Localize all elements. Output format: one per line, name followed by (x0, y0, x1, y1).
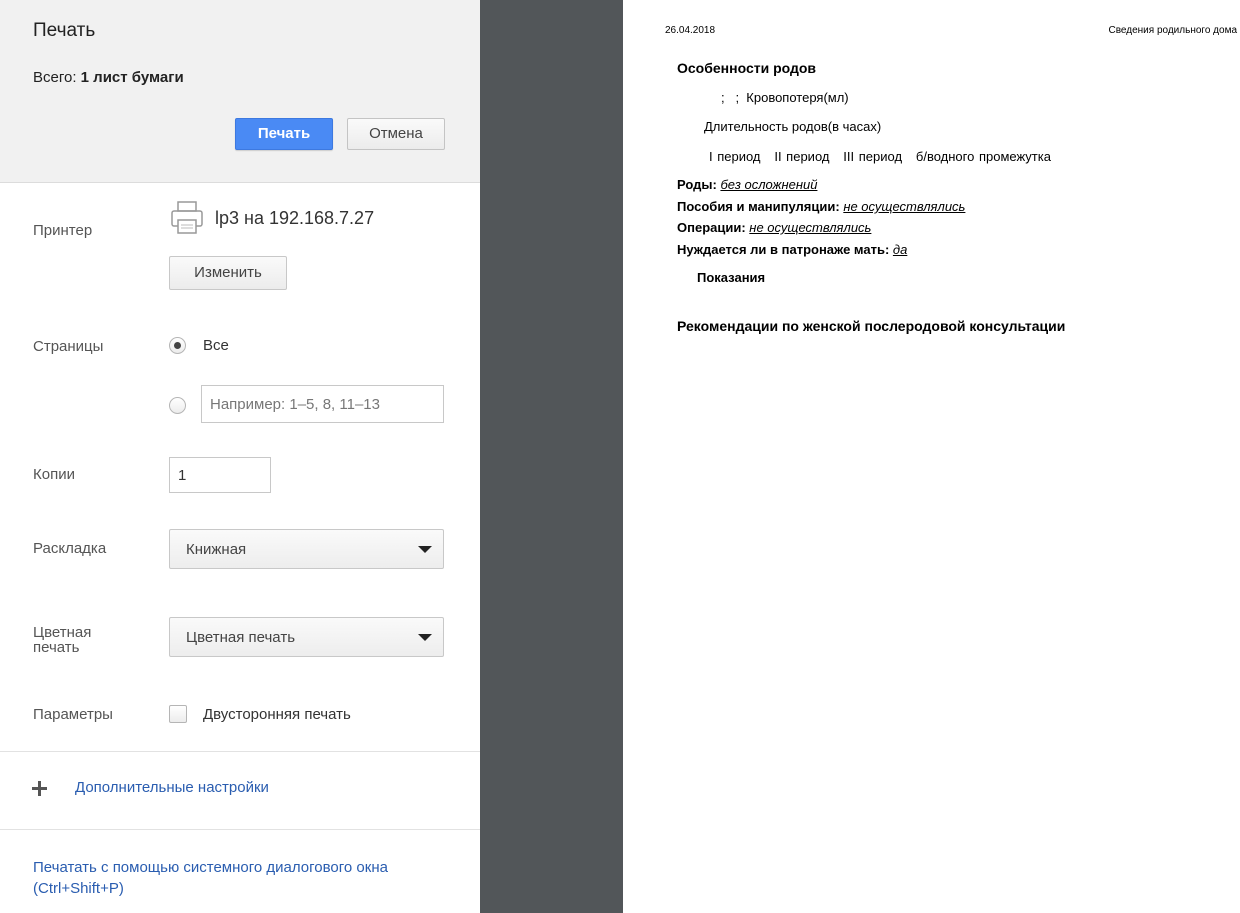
page-header-title: Сведения родильного дома (1108, 25, 1237, 36)
aids-label: Пособия и манипуляции: (677, 199, 840, 214)
layout-select[interactable]: Книжная (169, 529, 444, 569)
births-label: Роды: (677, 177, 717, 192)
chevron-down-icon (418, 546, 432, 553)
periods-text: I период II период III период б/водного … (709, 149, 1051, 164)
preview-page: 26.04.2018 Сведения родильного дома Особ… (623, 0, 1240, 913)
divider (0, 751, 480, 752)
duplex-checkbox[interactable] (169, 705, 187, 723)
pages-label: Страницы (33, 338, 104, 355)
more-settings-link[interactable]: Дополнительные настройки (75, 779, 269, 796)
preview-background (480, 0, 623, 913)
printer-label: Принтер (33, 222, 93, 239)
printer-name: lp3 на 192.168.7.27 (215, 208, 375, 228)
duration-line: Длительность родов(в часах) (704, 119, 882, 134)
color-select-value: Цветная печать (186, 629, 296, 646)
color-select[interactable]: Цветная печать (169, 617, 444, 657)
copies-input[interactable] (169, 457, 271, 493)
births-line: Роды: без осложнений (677, 177, 817, 192)
operations-label: Операции: (677, 220, 746, 235)
blood-loss-line: ; ; Кровопотеря(мл) (721, 90, 849, 105)
births-value: без осложнений (720, 177, 818, 192)
dialog-title: Печать (33, 20, 96, 41)
options-label: Параметры (33, 706, 113, 723)
plus-icon[interactable] (32, 781, 47, 796)
print-header: Печать Всего: 1 лист бумаги Печать Отмен… (0, 0, 480, 183)
pages-all-radio[interactable] (169, 337, 186, 354)
chevron-down-icon (418, 634, 432, 641)
care-value: да (892, 242, 908, 257)
care-line: Нуждается ли в патронаже мать: да (677, 242, 907, 257)
sheet-summary: Всего: 1 лист бумаги (33, 69, 184, 86)
print-settings-panel: Печать Всего: 1 лист бумаги Печать Отмен… (0, 0, 480, 913)
operations-value: не осуществлялись (749, 220, 872, 235)
care-label: Нуждается ли в патронаже мать: (677, 242, 890, 257)
birth-features-heading: Особенности родов (677, 60, 817, 76)
recommendations-heading: Рекомендации по женской послеродовой кон… (677, 318, 1066, 334)
aids-line: Пособия и манипуляции: не осуществлялись (677, 199, 965, 214)
aids-value: не осуществлялись (843, 199, 966, 214)
layout-select-value: Книжная (186, 541, 247, 558)
cancel-button[interactable]: Отмена (347, 118, 445, 150)
summary-prefix: Всего: (33, 69, 81, 86)
periods-line: I период II период III период б/водного … (709, 149, 1051, 164)
blood-loss-text: ; ; Кровопотеря(мл) (721, 90, 849, 105)
operations-line: Операции: не осуществлялись (677, 220, 871, 235)
copies-label: Копии (33, 466, 75, 483)
pages-custom-radio[interactable] (169, 397, 186, 414)
pages-all-label[interactable]: Все (203, 337, 229, 354)
color-label: Цветная печать (33, 624, 92, 656)
indications-heading: Показания (697, 270, 766, 285)
summary-value: 1 лист бумаги (80, 69, 184, 86)
print-button[interactable]: Печать (235, 118, 333, 150)
system-dialog-link[interactable]: Печатать с помощью системного диалоговог… (33, 857, 433, 899)
pages-range-input[interactable] (201, 385, 444, 423)
printer-icon (171, 201, 203, 234)
duplex-label[interactable]: Двусторонняя печать (203, 706, 351, 723)
divider (0, 829, 480, 830)
page-date: 26.04.2018 (665, 25, 716, 36)
change-printer-button[interactable]: Изменить (169, 256, 287, 290)
layout-label: Раскладка (33, 540, 107, 557)
